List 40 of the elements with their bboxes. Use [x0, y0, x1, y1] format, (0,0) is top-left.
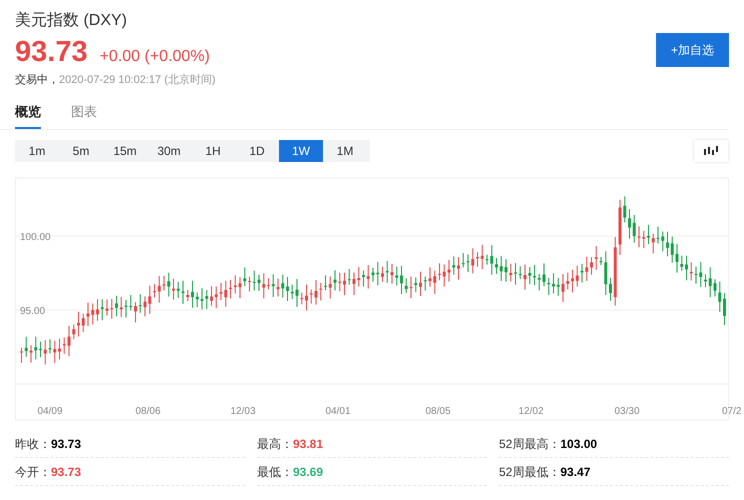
chart-type-button[interactable]	[694, 140, 728, 162]
interval-tab[interactable]: 1H	[191, 140, 235, 162]
axis-label: 03/30	[614, 406, 640, 417]
stat-value: 93.69	[293, 464, 324, 480]
axis-label: 100.00	[20, 232, 51, 243]
interval-tab[interactable]: 1W	[279, 140, 323, 162]
stat-value: 93.73	[51, 436, 82, 452]
stat-label: 52周最高：	[499, 436, 560, 452]
add-watchlist-button[interactable]: +加自选	[656, 33, 729, 67]
axis-label: 08/06	[135, 406, 161, 417]
stat-value: 93.47	[560, 464, 590, 480]
axis-label: 12/02	[518, 406, 544, 417]
stat-label: 52周最低：	[499, 464, 560, 480]
interval-tab[interactable]: 5m	[59, 140, 103, 162]
axis-label: 12/03	[230, 406, 256, 417]
stat-label: 今开：	[15, 464, 51, 480]
stat-label: 最低：	[257, 464, 293, 480]
tab[interactable]: 概览	[15, 102, 41, 129]
stat-value: 93.73	[51, 464, 82, 480]
tab[interactable]: 图表	[71, 102, 97, 129]
stat-value: 103.00	[560, 436, 598, 452]
interval-tab[interactable]: 1m	[15, 140, 59, 162]
interval-tab[interactable]: 15m	[103, 140, 147, 162]
axis-label: 95.00	[20, 306, 46, 317]
interval-tab[interactable]: 1D	[235, 140, 279, 162]
price: 93.73	[15, 36, 88, 68]
axis-label: 04/01	[325, 406, 351, 417]
instrument-title: 美元指数 (DXY)	[15, 10, 128, 31]
interval-tab[interactable]: 30m	[147, 140, 191, 162]
stat-label: 最高：	[257, 436, 293, 452]
axis-label: 08/05	[425, 406, 451, 417]
stat-label: 昨收：	[15, 436, 51, 452]
timestamp: 2020-07-29 10:02:17 (北京时间)	[59, 72, 216, 88]
trading-status: 交易中，	[15, 72, 59, 88]
stat-value: 93.81	[293, 436, 324, 452]
interval-tab[interactable]: 1M	[323, 140, 367, 162]
axis-label: 04/09	[37, 406, 63, 417]
price-change: +0.00 (+0.00%)	[100, 47, 210, 67]
axis-label: 07/2	[722, 406, 742, 417]
candlestick-icon	[704, 146, 718, 156]
